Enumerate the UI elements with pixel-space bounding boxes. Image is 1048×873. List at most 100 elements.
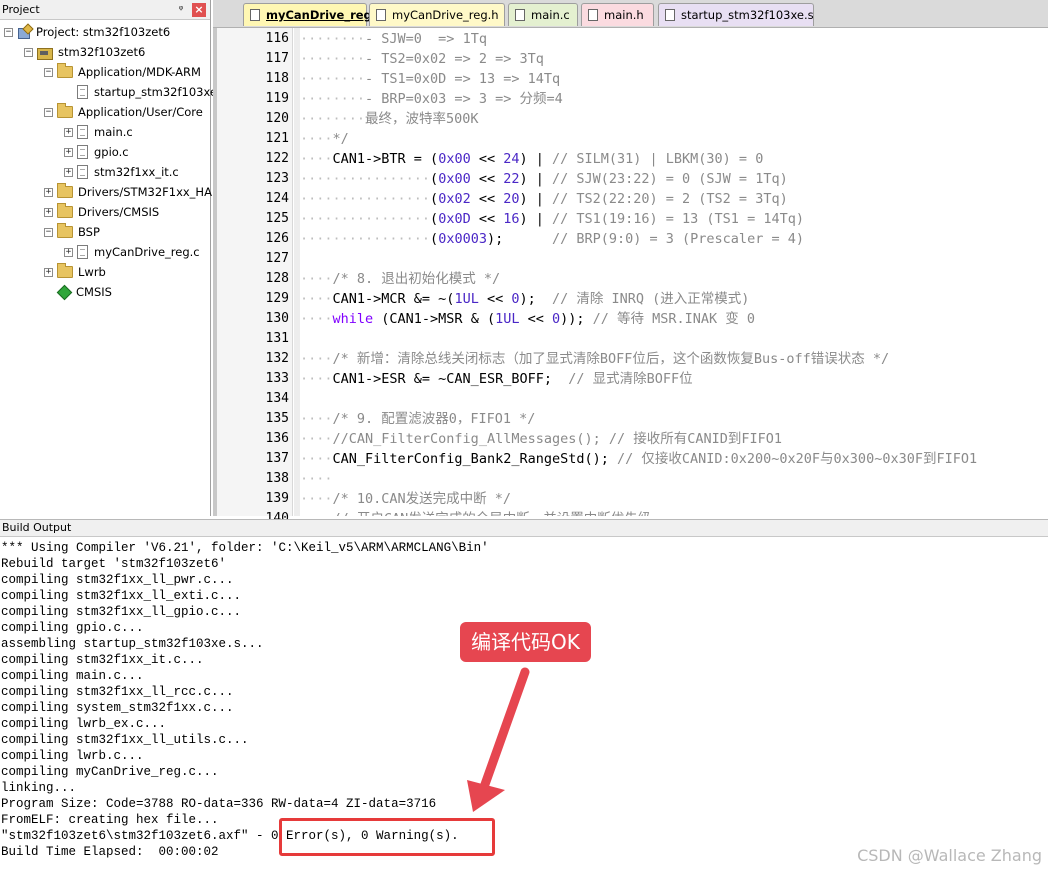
build-output-line: assembling startup_stm32f103xe.s... bbox=[1, 637, 264, 651]
collapse-icon[interactable]: − bbox=[4, 27, 13, 37]
code-token: CAN1->ESR &= ~CAN_ESR_BOFF; bbox=[332, 371, 569, 387]
expand-icon[interactable]: + bbox=[44, 207, 53, 217]
line-number: 118 bbox=[265, 71, 289, 86]
project-panel: Project ᵠ × − Project: stm32f103zet6− stm3… bbox=[0, 0, 227, 516]
code-comment: /* 8. 退出初始化模式 */ bbox=[332, 271, 501, 287]
tree-item[interactable]: + myCanDrive_reg.c bbox=[64, 242, 200, 262]
code-token: << bbox=[519, 311, 552, 327]
code-token: )); bbox=[560, 311, 593, 327]
code-line: ····*/ bbox=[300, 129, 349, 149]
code-token: << bbox=[478, 291, 512, 307]
tree-item[interactable]: startup_stm32f103xe.s bbox=[64, 82, 227, 102]
code-token: 0x0D bbox=[438, 211, 471, 227]
tree-item-label: startup_stm32f103xe.s bbox=[94, 85, 227, 99]
tree-item[interactable]: + Lwrb bbox=[44, 262, 106, 282]
collapse-icon[interactable]: − bbox=[44, 227, 53, 237]
expand-icon[interactable]: + bbox=[64, 127, 73, 137]
tree-item[interactable]: + Drivers/CMSIS bbox=[44, 202, 159, 222]
code-token: 1UL bbox=[495, 311, 520, 327]
code-line: ········- SJW=0 => 1Tq bbox=[300, 29, 487, 49]
line-number: 129 bbox=[265, 291, 289, 306]
tree-item[interactable]: + stm32f1xx_it.c bbox=[64, 162, 179, 182]
build-output-line: FromELF: creating hex file... bbox=[1, 813, 219, 827]
tab-main-c[interactable]: main.c bbox=[508, 3, 578, 26]
file-icon bbox=[588, 9, 598, 21]
code-line: ········- TS2=0x02 => 2 => 3Tq bbox=[300, 49, 544, 69]
tree-item-label: CMSIS bbox=[76, 285, 112, 299]
tree-item[interactable]: − Application/MDK-ARM bbox=[44, 62, 201, 82]
code-comment: // 等待 MSR.INAK 变 0 bbox=[592, 311, 756, 327]
tree-item[interactable]: CMSIS bbox=[44, 282, 112, 302]
code-line: ········- TS1=0x0D => 13 => 14Tq bbox=[300, 69, 560, 89]
tree-item[interactable]: − Project: stm32f103zet6 bbox=[4, 22, 170, 42]
build-output-line: compiling myCanDrive_reg.c... bbox=[1, 765, 219, 779]
build-output-line: compiling lwrb_ex.c... bbox=[1, 717, 167, 731]
code-comment: // TS2(22:20) = 2 (TS2 = 3Tq) bbox=[552, 191, 788, 207]
code-token: ( bbox=[430, 211, 439, 227]
tab-main-h[interactable]: main.h bbox=[581, 3, 654, 26]
code-comment: // 清除 INRQ (进入正常模式) bbox=[552, 291, 750, 307]
tree-item[interactable]: − stm32f103zet6 bbox=[24, 42, 145, 62]
build-output-line: compiling stm32f1xx_it.c... bbox=[1, 653, 204, 667]
cmsis-component-icon bbox=[57, 285, 71, 299]
build-output-line: compiling lwrb.c... bbox=[1, 749, 144, 763]
collapse-icon[interactable]: − bbox=[44, 107, 53, 117]
code-editor: myCanDrive_reg.c myCanDrive_reg.h main.c… bbox=[213, 0, 1048, 526]
line-number: 135 bbox=[265, 411, 289, 426]
build-output-line: *** Using Compiler 'V6.21', folder: 'C:\… bbox=[1, 541, 489, 555]
expand-icon[interactable]: + bbox=[64, 147, 73, 157]
code-comment: // SILM(31) | LBKM(30) = 0 bbox=[552, 151, 764, 167]
tab-mycandrive-reg-h[interactable]: myCanDrive_reg.h bbox=[369, 3, 505, 26]
code-token: 0x0003 bbox=[438, 231, 487, 247]
expand-icon[interactable]: + bbox=[64, 247, 73, 257]
whitespace-marker: ···· bbox=[300, 371, 333, 387]
code-line: ················(0x0D << 16) | // TS1(19… bbox=[300, 209, 804, 229]
build-output-line: compiling system_stm32f1xx.c... bbox=[1, 701, 234, 715]
pin-icon[interactable]: ᵠ bbox=[174, 3, 188, 17]
folder-icon bbox=[57, 183, 73, 198]
code-token: 0 bbox=[551, 311, 561, 327]
line-number: 131 bbox=[265, 331, 289, 346]
close-panel-button[interactable]: × bbox=[192, 2, 206, 17]
tab-startup-s[interactable]: startup_stm32f103xe.s bbox=[658, 3, 814, 26]
code-line: ····/* 新增：清除总线关闭标志（加了显式清除BOFF位后，这个函数恢复Bu… bbox=[300, 349, 889, 369]
collapse-icon[interactable]: − bbox=[24, 47, 33, 57]
code-line: ···· bbox=[300, 469, 333, 489]
code-comment: - SJW=0 => 1Tq bbox=[365, 31, 487, 47]
code-comment: - TS2=0x02 => 2 => 3Tq bbox=[365, 51, 544, 67]
code-token: 16 bbox=[503, 211, 520, 227]
tree-item-label: BSP bbox=[78, 225, 100, 239]
code-line: ····while (CAN1->MSR & (1UL << 0)); // 等… bbox=[300, 309, 755, 329]
tree-item[interactable]: − Application/User/Core bbox=[44, 102, 203, 122]
code-text-area[interactable]: ········- SJW=0 => 1Tq ········- TS2=0x02… bbox=[300, 28, 1048, 516]
code-token: 0x00 bbox=[438, 171, 471, 187]
line-number: 136 bbox=[265, 431, 289, 446]
code-token: ); bbox=[486, 231, 552, 247]
tab-label: main.h bbox=[604, 8, 644, 22]
project-panel-title: Project bbox=[2, 3, 40, 16]
expand-icon[interactable]: + bbox=[64, 167, 73, 177]
whitespace-marker: ···· bbox=[300, 511, 333, 516]
folder-icon bbox=[57, 263, 73, 278]
whitespace-marker: ···· bbox=[300, 431, 333, 447]
code-token: ( bbox=[430, 171, 439, 187]
tree-item[interactable]: − BSP bbox=[44, 222, 100, 242]
tree-item[interactable]: + main.c bbox=[64, 122, 133, 142]
tab-label: startup_stm32f103xe.s bbox=[681, 8, 814, 22]
expand-icon[interactable]: + bbox=[44, 267, 53, 277]
code-token: ) | bbox=[519, 191, 552, 207]
tree-item[interactable]: + gpio.c bbox=[64, 142, 129, 162]
whitespace-marker: ········ bbox=[300, 51, 366, 67]
line-number: 126 bbox=[265, 231, 289, 246]
code-token: << bbox=[470, 191, 504, 207]
whitespace-marker: ···· bbox=[300, 131, 333, 147]
expand-icon[interactable]: + bbox=[44, 187, 53, 197]
code-comment: // 仅接收CANID:0x200~0x20F与0x300~0x30F到FIFO… bbox=[617, 451, 978, 467]
tab-mycandrive-reg-c[interactable]: myCanDrive_reg.c bbox=[243, 3, 383, 26]
code-comment: // 显式清除BOFF位 bbox=[568, 371, 693, 387]
folder-icon bbox=[57, 203, 73, 218]
build-output-header: Build Output bbox=[0, 519, 1048, 537]
tree-item[interactable]: + Drivers/STM32F1xx_HAL bbox=[44, 182, 218, 202]
collapse-icon[interactable]: − bbox=[44, 67, 53, 77]
code-comment: //CAN_FilterConfig_AllMessages(); // 接收所… bbox=[332, 431, 783, 447]
